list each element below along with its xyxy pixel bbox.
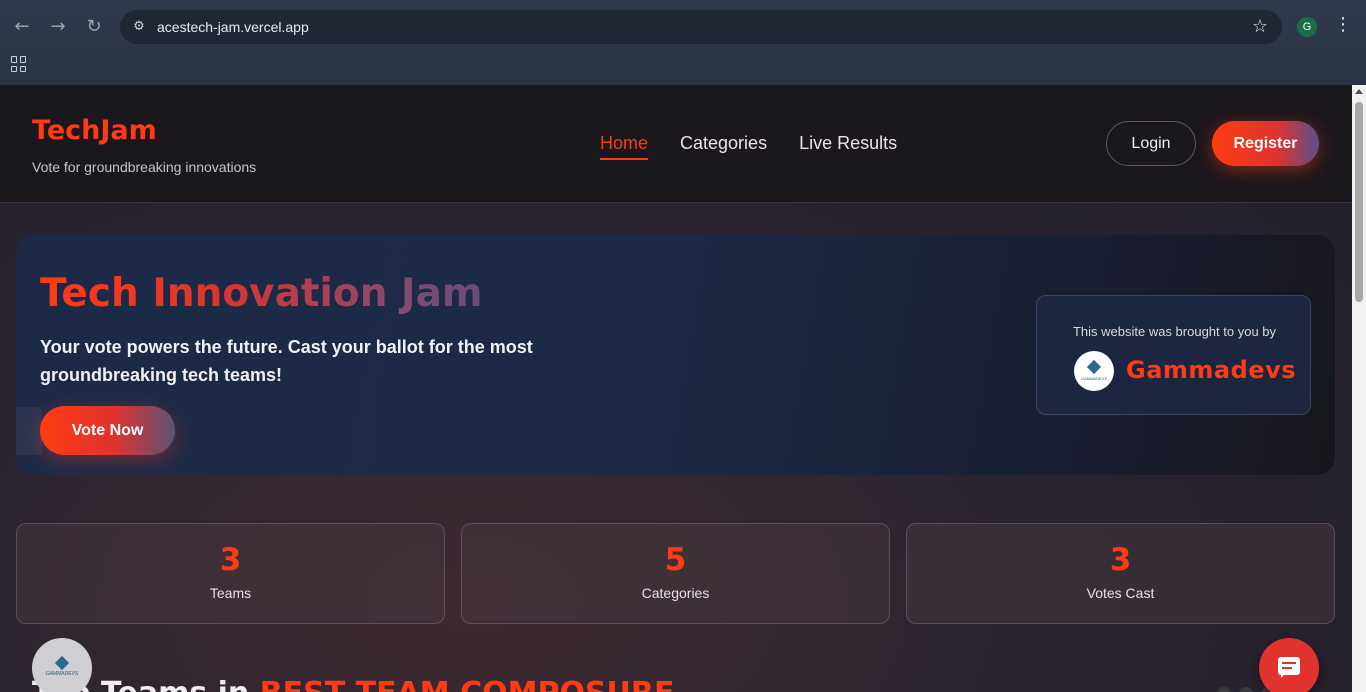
browser-toolbar: ← → ↻ ⚙ acestech-jam.vercel.app ☆ G ⋮ (0, 0, 1366, 85)
apps-grid-icon[interactable] (11, 56, 27, 72)
stat-value: 3 (219, 542, 242, 578)
page: TechJam Vote for groundbreaking innovati… (0, 85, 1352, 692)
address-url[interactable]: acestech-jam.vercel.app (157, 19, 309, 35)
chat-icon (1278, 657, 1300, 678)
profile-avatar[interactable]: G (1297, 17, 1317, 37)
stat-label: Categories (641, 585, 710, 601)
brand-tagline: Vote for groundbreaking innovations (32, 159, 257, 175)
hero-banner: Tech Innovation Jam Your vote powers the… (16, 235, 1335, 475)
carousel-dot[interactable] (1217, 687, 1231, 692)
stat-card-teams: 3 Teams (16, 523, 445, 624)
back-icon[interactable]: ← (9, 14, 35, 40)
stat-value: 3 (1109, 542, 1132, 578)
login-button[interactable]: Login (1106, 121, 1196, 166)
hero-side-tab (16, 407, 42, 455)
carousel-dot[interactable] (1239, 687, 1253, 692)
stat-card-votes: 3 Votes Cast (906, 523, 1335, 624)
stat-card-categories: 5 Categories (461, 523, 890, 624)
site-header: TechJam Vote for groundbreaking innovati… (0, 85, 1352, 203)
stat-label: Votes Cast (1086, 585, 1155, 601)
gammadevs-logo-icon[interactable]: GAMMADEVS (1074, 351, 1114, 391)
brand-logo[interactable]: TechJam (32, 115, 157, 146)
section-title: Top Teams in BEST TEAM COMPOSURE (32, 676, 675, 692)
credit-card: This website was brought to you by GAMMA… (1036, 295, 1311, 415)
browser-menu-icon[interactable]: ⋮ (1334, 14, 1352, 35)
hero-subtitle: Your vote powers the future. Cast your b… (40, 337, 533, 385)
main-nav: Home Categories Live Results (600, 133, 897, 160)
bookmark-star-icon[interactable]: ☆ (1252, 16, 1268, 37)
site-info-icon[interactable]: ⚙ (130, 18, 148, 36)
hero-title: Tech Innovation Jam (40, 271, 483, 316)
floating-logo-icon[interactable]: GAMMADEVS (32, 638, 92, 692)
section-title-accent: BEST TEAM COMPOSURE (260, 676, 675, 692)
page-scrollbar[interactable] (1352, 85, 1366, 692)
nav-categories[interactable]: Categories (680, 133, 767, 160)
forward-icon[interactable]: → (45, 14, 71, 40)
address-bar[interactable]: ⚙ acestech-jam.vercel.app ☆ (120, 10, 1282, 44)
register-button[interactable]: Register (1212, 121, 1319, 166)
nav-home[interactable]: Home (600, 133, 649, 160)
stat-label: Teams (209, 585, 252, 601)
credit-text: This website was brought to you by (1072, 324, 1277, 339)
stat-value: 5 (664, 542, 687, 578)
credit-name[interactable]: Gammadevs (1126, 356, 1296, 384)
scroll-up-icon[interactable] (1355, 89, 1363, 94)
nav-live-results[interactable]: Live Results (799, 133, 897, 160)
scroll-thumb[interactable] (1355, 102, 1363, 302)
reload-icon[interactable]: ↻ (81, 14, 107, 40)
chat-button[interactable] (1259, 638, 1319, 692)
vote-now-button[interactable]: Vote Now (40, 406, 175, 455)
